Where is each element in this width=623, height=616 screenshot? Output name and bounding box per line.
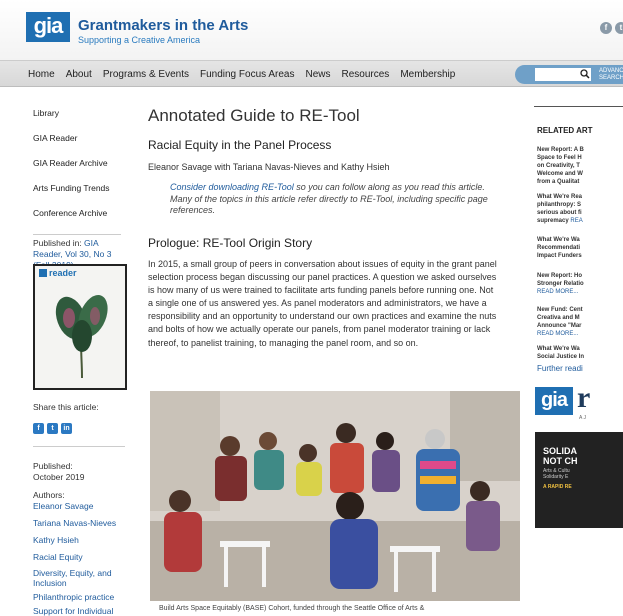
tag-link-diversity-equity-inclusion[interactable]: Diversity, Equity, and Inclusion — [33, 568, 125, 588]
nav-home[interactable]: Home — [28, 69, 55, 80]
sidebar-divider-2 — [33, 446, 125, 447]
site-tagline: Supporting a Creative America — [78, 35, 201, 45]
facebook-icon[interactable]: f — [600, 22, 612, 34]
download-retool-link[interactable]: Consider downloading RE-Tool — [170, 182, 294, 192]
page: gia Grantmakers in the Arts Supporting a… — [0, 0, 623, 616]
main-nav: Home About Programs & Events Funding Foc… — [0, 60, 623, 87]
read-more-link-5[interactable]: READ MORE... — [537, 331, 578, 337]
nav-membership[interactable]: Membership — [400, 69, 455, 80]
reader-cover-image[interactable]: reader — [33, 264, 127, 390]
download-note: Consider downloading RE-Tool so you can … — [170, 182, 495, 217]
nav-news[interactable]: News — [305, 69, 330, 80]
cover-artwork — [55, 295, 108, 378]
article-subtitle: Racial Equity in the Panel Process — [148, 138, 332, 152]
related-article-4[interactable]: New Report: Ho Stronger Relatio READ MORE… — [537, 272, 623, 296]
sidebar-item-conference-archive[interactable]: Conference Archive — [33, 208, 121, 233]
related-divider — [534, 106, 623, 107]
read-more-link-2[interactable]: REA — [570, 218, 582, 224]
read-more-link-4[interactable]: READ MORE... — [537, 289, 578, 295]
sidebar-item-gia-reader[interactable]: GIA Reader — [33, 133, 121, 158]
related-article-1[interactable]: New Report: A B Space to Feel H on Creat… — [537, 146, 623, 186]
social-links: f t — [600, 22, 623, 36]
nav-about[interactable]: About — [66, 69, 92, 80]
reader-wordmark-sub: A J — [579, 415, 586, 421]
related-articles-heading: RELATED ART — [537, 126, 593, 135]
related-article-6-text: What We're Wa Social Justice In — [537, 346, 585, 360]
published-label: Published: — [33, 461, 73, 471]
reader-wordmark: r — [577, 381, 591, 414]
related-article-1-text: New Report: A B Space to Feel H on Creat… — [537, 147, 584, 185]
published-date-value: October 2019 — [33, 472, 85, 482]
gia-logo-small: gia — [535, 387, 573, 415]
related-article-2[interactable]: What We're Rea philanthropy: S serious a… — [537, 193, 623, 225]
left-sidebar: Library GIA Reader GIA Reader Archive Ar… — [33, 108, 121, 233]
section-heading: Prologue: RE-Tool Origin Story — [148, 236, 313, 250]
share-linkedin-icon[interactable]: in — [61, 423, 72, 434]
gia-reader-logo[interactable]: gia r A J — [535, 381, 623, 423]
cover-title: reader — [39, 268, 77, 278]
related-article-6[interactable]: What We're Wa Social Justice In — [537, 345, 623, 361]
photo-caption: Build Arts Space Equitably (BASE) Cohort… — [159, 605, 425, 612]
author-link-eleanor-savage[interactable]: Eleanor Savage — [33, 501, 125, 511]
share-twitter-icon[interactable]: t — [47, 423, 58, 434]
sidebar-item-arts-funding-trends[interactable]: Arts Funding Trends — [33, 183, 121, 208]
tag-link-philanthropic-practice[interactable]: Philanthropic practice — [33, 592, 125, 602]
article-body: In 2015, a small group of peers in conve… — [148, 259, 497, 348]
search-bar: ADVANCED SEARCH — [515, 65, 623, 84]
related-article-3[interactable]: What We're Wa Recommendati Impact Funder… — [537, 236, 623, 260]
authors-label: Authors: — [33, 490, 65, 500]
advanced-search-link[interactable]: ADVANCED SEARCH — [599, 68, 623, 82]
sidebar-item-gia-reader-archive[interactable]: GIA Reader Archive — [33, 158, 121, 183]
related-article-5-text: New Fund: Cent Creativa and M Announce "… — [537, 307, 583, 329]
solidarity-subtitle: Arts & Cultu Solidarity E — [543, 468, 570, 480]
nav-resources[interactable]: Resources — [342, 69, 390, 80]
nav-funding-focus-areas[interactable]: Funding Focus Areas — [200, 69, 295, 80]
sidebar-divider — [33, 234, 121, 235]
published-in-label: Published in: — [33, 238, 82, 248]
nav-items: Home About Programs & Events Funding Foc… — [28, 61, 455, 88]
solidarity-title: SOLIDA NOT CH — [543, 446, 578, 466]
nav-programs-events[interactable]: Programs & Events — [103, 69, 189, 80]
share-icons: f t in — [33, 423, 72, 434]
tag-link-racial-equity[interactable]: Racial Equity — [33, 552, 125, 562]
solidarity-ad[interactable]: SOLIDA NOT CH Arts & Cultu Solidarity E … — [535, 432, 623, 528]
further-reading-link[interactable]: Further readi — [537, 364, 583, 373]
cohort-photo-illustration — [150, 391, 520, 601]
share-facebook-icon[interactable]: f — [33, 423, 44, 434]
gia-logo[interactable]: gia — [26, 12, 70, 42]
related-article-4-text: New Report: Ho Stronger Relatio — [537, 273, 584, 287]
solidarity-rapid: A RAPID RE — [543, 484, 572, 490]
share-label: Share this article: — [33, 402, 99, 412]
article-title: Annotated Guide to RE-Tool — [148, 106, 360, 125]
tag-link-support-individual-artists[interactable]: Support for Individual Artists — [33, 606, 125, 616]
article-photo — [150, 391, 520, 601]
related-article-5[interactable]: New Fund: Cent Creativa and M Announce "… — [537, 306, 623, 338]
author-link-tariana-navas-nieves[interactable]: Tariana Navas-Nieves — [33, 518, 125, 528]
search-icon[interactable] — [580, 69, 590, 79]
author-link-kathy-hsieh[interactable]: Kathy Hsieh — [33, 535, 125, 545]
site-header: gia Grantmakers in the Arts Supporting a… — [0, 0, 623, 60]
published-date: Published: October 2019 — [33, 461, 85, 483]
twitter-icon[interactable]: t — [615, 22, 623, 34]
site-title[interactable]: Grantmakers in the Arts — [78, 17, 248, 34]
related-article-3-text: What We're Wa Recommendati Impact Funder… — [537, 237, 582, 259]
article-authors: Eleanor Savage with Tariana Navas-Nieves… — [148, 162, 390, 172]
sidebar-item-library[interactable]: Library — [33, 108, 121, 133]
